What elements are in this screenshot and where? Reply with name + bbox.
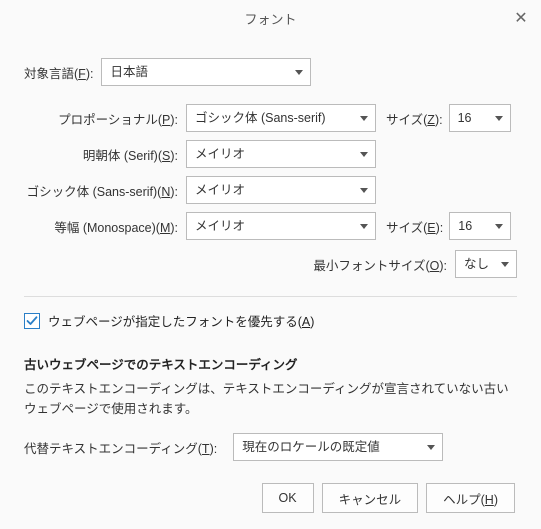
checkbox-prefer-page-fonts[interactable] [24, 313, 40, 329]
select-serif[interactable]: メイリオ [186, 140, 376, 168]
dialog-title: フォント [244, 9, 296, 28]
select-size-e[interactable]: 16 [449, 212, 511, 240]
ok-button[interactable]: OK [262, 483, 314, 513]
encoding-desc: このテキストエンコーディングは、テキストエンコーディングが宣言されていない古いウ… [24, 379, 517, 419]
select-minfont[interactable]: なし [455, 250, 517, 278]
label-sans: ゴシック体 (Sans-serif)(N): [24, 181, 186, 200]
select-size-z[interactable]: 16 [449, 104, 511, 132]
row-minfont: 最小フォントサイズ(O): なし [24, 250, 517, 278]
label-size-e: サイズ(E): [386, 217, 443, 236]
row-sans: ゴシック体 (Sans-serif)(N): メイリオ [24, 176, 517, 204]
label-minfont: 最小フォントサイズ(O): [313, 255, 455, 274]
select-proportional-wrap: ゴシック体 (Sans-serif) [186, 104, 376, 132]
check-icon [26, 315, 38, 327]
label-fallback: 代替テキストエンコーディング(T): [24, 438, 225, 457]
help-button[interactable]: ヘルプ(H) [426, 483, 515, 513]
label-serif: 明朝体 (Serif)(S): [24, 145, 186, 164]
encoding-heading: 古いウェブページでのテキストエンコーディング [24, 354, 517, 373]
select-fallback[interactable]: 現在のロケールの既定値 [233, 433, 443, 461]
select-mono-wrap: メイリオ [186, 212, 376, 240]
label-language: 対象言語(F): [24, 63, 101, 82]
row-mono: 等幅 (Monospace)(M): メイリオ サイズ(E): 16 [24, 212, 517, 240]
select-minfont-wrap: なし [455, 250, 517, 278]
select-language[interactable]: 日本語 [101, 58, 311, 86]
select-proportional[interactable]: ゴシック体 (Sans-serif) [186, 104, 376, 132]
select-size-z-wrap: 16 [449, 104, 511, 132]
row-prefer-page-fonts: ウェブページが指定したフォントを優先する(A) [24, 311, 517, 330]
row-proportional: プロポーショナル(P): ゴシック体 (Sans-serif) サイズ(Z): … [24, 104, 517, 132]
dialog-content: 対象言語(F): 日本語 プロポーショナル(P): ゴシック体 (Sans-se… [0, 36, 541, 529]
label-size-z: サイズ(Z): [386, 109, 443, 128]
select-sans[interactable]: メイリオ [186, 176, 376, 204]
separator [24, 296, 517, 297]
label-mono: 等幅 (Monospace)(M): [24, 217, 186, 236]
select-fallback-wrap: 現在のロケールの既定値 [233, 433, 443, 461]
select-mono[interactable]: メイリオ [186, 212, 376, 240]
close-icon: ✕ [514, 8, 527, 28]
row-language: 対象言語(F): 日本語 [24, 58, 517, 86]
label-proportional: プロポーショナル(P): [24, 109, 186, 128]
titlebar: フォント ✕ [0, 0, 541, 36]
select-serif-wrap: メイリオ [186, 140, 376, 168]
row-serif: 明朝体 (Serif)(S): メイリオ [24, 140, 517, 168]
close-button[interactable]: ✕ [511, 8, 531, 28]
select-sans-wrap: メイリオ [186, 176, 376, 204]
row-fallback-encoding: 代替テキストエンコーディング(T): 現在のロケールの既定値 [24, 433, 517, 461]
cancel-button[interactable]: キャンセル [322, 483, 419, 513]
button-bar: OK キャンセル ヘルプ(H) [24, 483, 517, 513]
checkbox-label: ウェブページが指定したフォントを優先する(A) [48, 311, 314, 330]
select-size-e-wrap: 16 [449, 212, 511, 240]
select-language-wrap: 日本語 [101, 58, 311, 86]
